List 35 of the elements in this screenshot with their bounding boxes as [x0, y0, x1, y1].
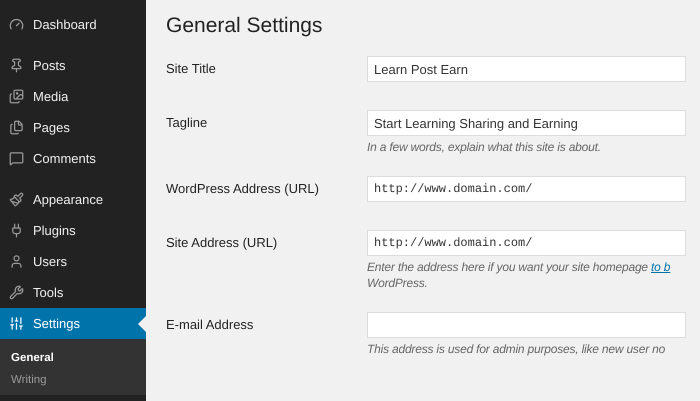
text-field[interactable]	[367, 312, 686, 338]
menu-item[interactable]: Tools	[0, 277, 146, 308]
text-field[interactable]: Learn Post Earn	[367, 56, 686, 82]
menu-item[interactable]: Plugins	[0, 215, 146, 246]
menu-item[interactable]: Media	[0, 81, 146, 112]
menu-item[interactable]: Appearance	[0, 184, 146, 215]
submenu-item[interactable]: General	[0, 347, 146, 369]
tools-icon	[9, 285, 24, 300]
field-description: This address is used for admin purposes, like new user no	[367, 342, 666, 356]
menu-item[interactable]: Settings	[0, 308, 146, 339]
field-label: WordPress Address (URL)	[166, 180, 320, 198]
comments-icon	[9, 151, 24, 166]
menu-item[interactable]: Dashboard	[0, 9, 146, 40]
settings-icon	[9, 316, 24, 331]
field-description: In a few words, explain what this site is about.	[367, 140, 601, 154]
menu-item[interactable]: Comments	[0, 143, 146, 174]
plugins-icon	[9, 223, 24, 238]
submenu-item[interactable]: Writing	[0, 369, 146, 391]
menu-item[interactable]: Users	[0, 246, 146, 277]
field-label: E-mail Address	[166, 316, 254, 334]
menu-item[interactable]: Pages	[0, 112, 146, 143]
text-link[interactable]: to b	[651, 260, 670, 274]
pages-icon	[9, 120, 24, 135]
media-icon	[9, 89, 24, 104]
field-description: Enter the address here if you want your site homepage	[367, 260, 648, 274]
users-icon	[9, 254, 24, 269]
page-title: General Settings	[166, 14, 324, 38]
text-field[interactable]: Start Learning Sharing and Earning	[367, 110, 686, 136]
menu-item[interactable]: Posts	[0, 50, 146, 81]
text-field[interactable]: http://www.domain.com/	[367, 230, 686, 256]
field-label: Site Title	[166, 60, 217, 78]
text-field[interactable]: http://www.domain.com/	[367, 176, 686, 202]
field-label: Tagline	[166, 114, 208, 132]
field-description: WordPress.	[367, 276, 428, 290]
field-label: Site Address (URL)	[166, 234, 278, 252]
